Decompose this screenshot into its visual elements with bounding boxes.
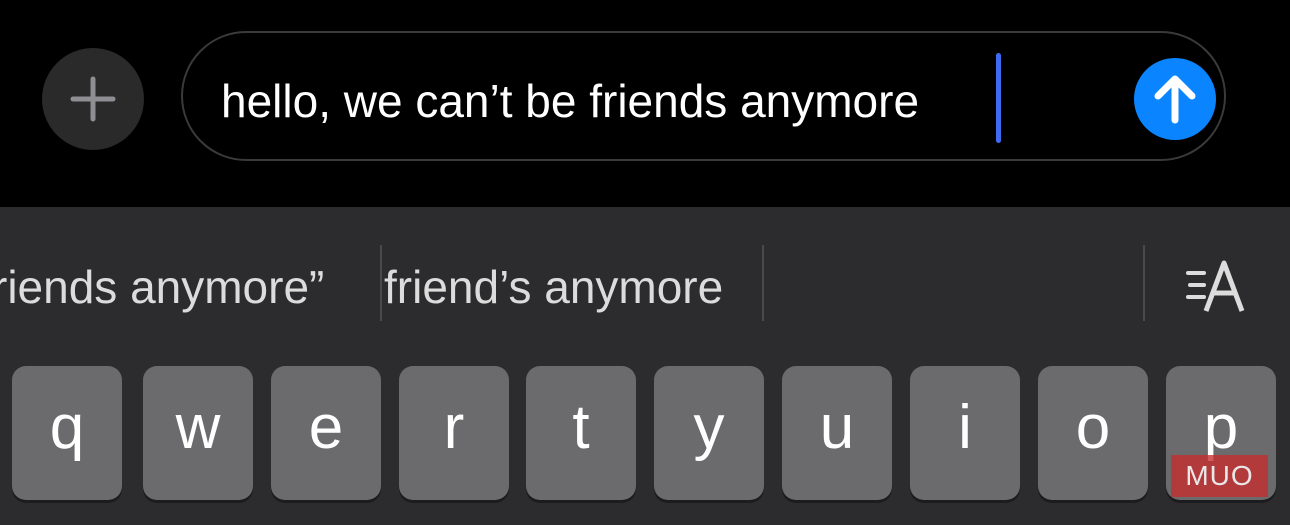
add-attachment-button[interactable] bbox=[42, 48, 144, 150]
arrow-up-icon bbox=[1154, 75, 1196, 124]
message-text: hello, we can’t be friends anymore bbox=[221, 75, 920, 127]
compose-bar: hello, we can’t be friends anymore bbox=[0, 0, 1290, 207]
suggestion-item[interactable]: riends anymore” bbox=[0, 259, 324, 315]
suggestion-divider bbox=[380, 245, 382, 321]
key-u[interactable]: u bbox=[782, 366, 892, 500]
text-format-button[interactable] bbox=[1184, 259, 1250, 315]
send-button[interactable] bbox=[1134, 58, 1216, 140]
key-w[interactable]: w bbox=[143, 366, 253, 500]
key-t[interactable]: t bbox=[526, 366, 636, 500]
suggestion-divider bbox=[762, 245, 764, 321]
key-y[interactable]: y bbox=[654, 366, 764, 500]
key-q[interactable]: q bbox=[12, 366, 122, 500]
screen: hello, we can’t be friends anymore riend… bbox=[0, 0, 1290, 525]
key-i[interactable]: i bbox=[910, 366, 1020, 500]
keyboard: riends anymore” friend’s anymore q w e r… bbox=[0, 207, 1290, 525]
plus-icon bbox=[70, 76, 116, 122]
key-o[interactable]: o bbox=[1038, 366, 1148, 500]
message-input[interactable]: hello, we can’t be friends anymore bbox=[181, 31, 1226, 161]
keyboard-row-top: q w e r t y u i o p bbox=[0, 366, 1290, 500]
key-r[interactable]: r bbox=[399, 366, 509, 500]
key-e[interactable]: e bbox=[271, 366, 381, 500]
text-format-icon bbox=[1186, 260, 1245, 312]
watermark-logo: MUO bbox=[1171, 455, 1268, 497]
suggestion-bar: riends anymore” friend’s anymore bbox=[0, 207, 1290, 337]
suggestion-divider bbox=[1143, 245, 1145, 321]
suggestion-item[interactable]: friend’s anymore bbox=[384, 259, 723, 315]
text-cursor bbox=[996, 53, 1001, 143]
